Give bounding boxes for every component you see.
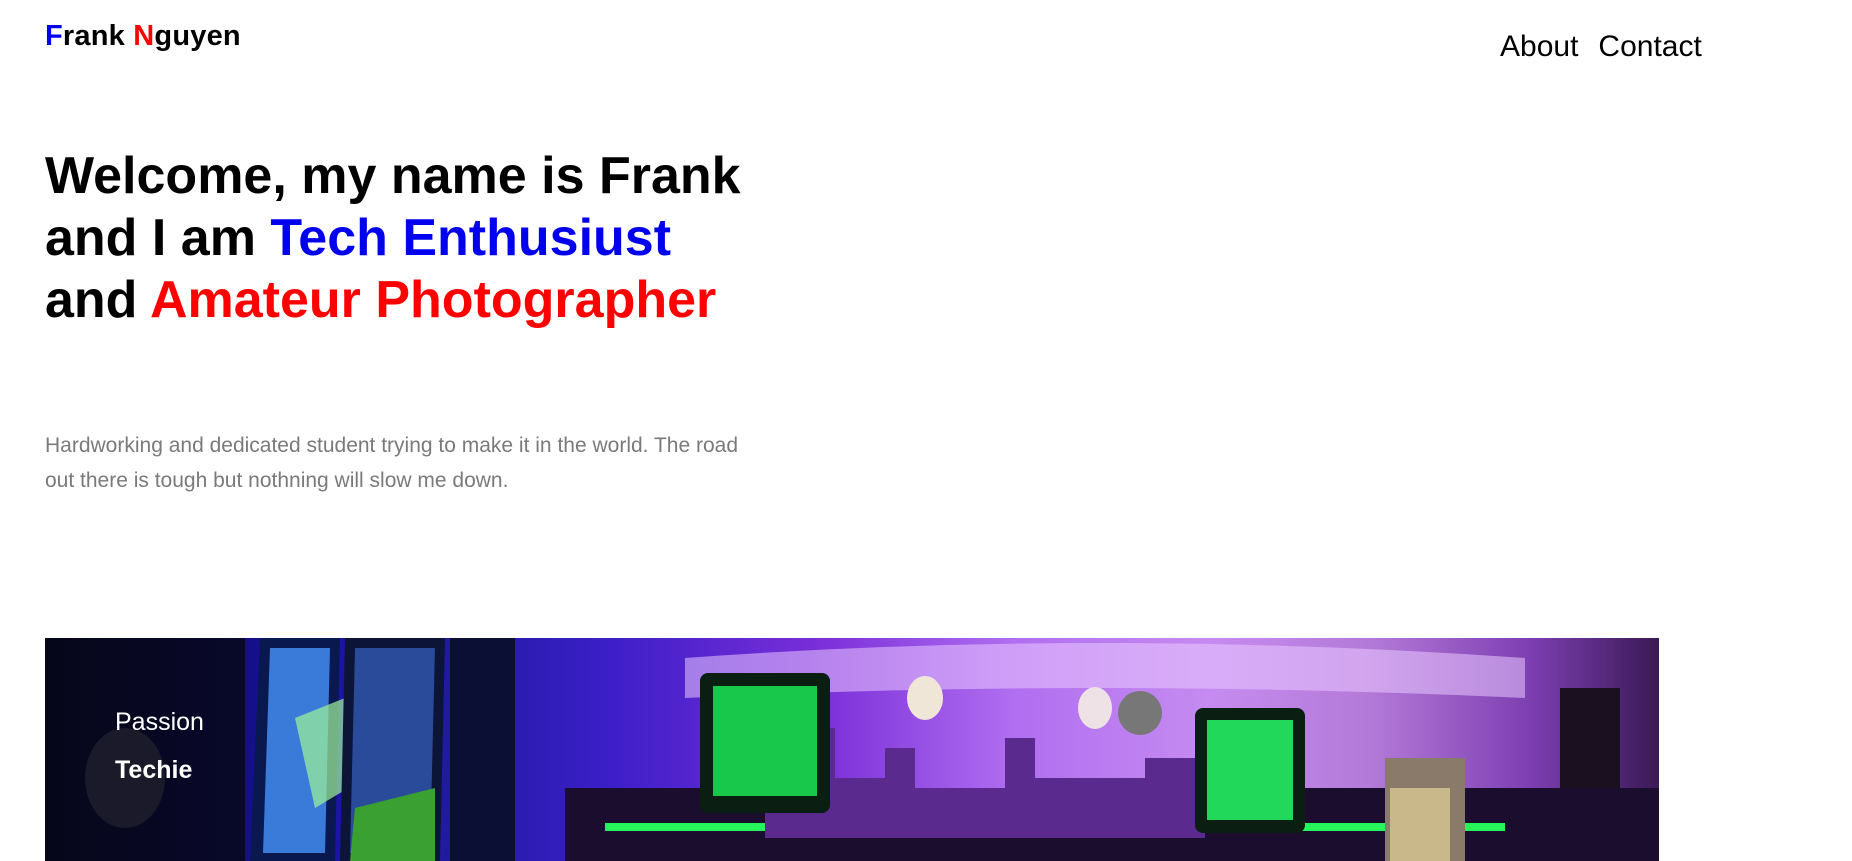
- page: Frank Nguyen About Contact Welcome, my n…: [0, 0, 1852, 861]
- banner-image: Passion Techie: [45, 638, 1659, 861]
- gaming-setup-photo: [45, 638, 1659, 861]
- site-logo[interactable]: Frank Nguyen: [45, 20, 241, 53]
- banner-title: Techie: [115, 756, 193, 784]
- hero-highlight-tech: Tech Enthusiust: [270, 209, 672, 267]
- banner-label: Passion: [115, 708, 204, 736]
- logo-last-rest: guyen: [154, 20, 241, 52]
- nav-contact-link[interactable]: Contact: [1598, 30, 1701, 64]
- main-nav: About Contact: [1500, 30, 1702, 64]
- logo-last-initial: N: [133, 20, 155, 52]
- logo-first-rest: rank: [62, 20, 134, 52]
- hero-highlight-photographer: Amateur Photographer: [149, 271, 717, 329]
- nav-about-link[interactable]: About: [1500, 30, 1578, 64]
- hero-heading: Welcome, my name is Frank and I am Tech …: [45, 145, 765, 331]
- hero-text-and: and: [45, 271, 150, 329]
- hero-subtitle: Hardworking and dedicated student trying…: [45, 434, 738, 492]
- logo-first-initial: F: [45, 20, 63, 52]
